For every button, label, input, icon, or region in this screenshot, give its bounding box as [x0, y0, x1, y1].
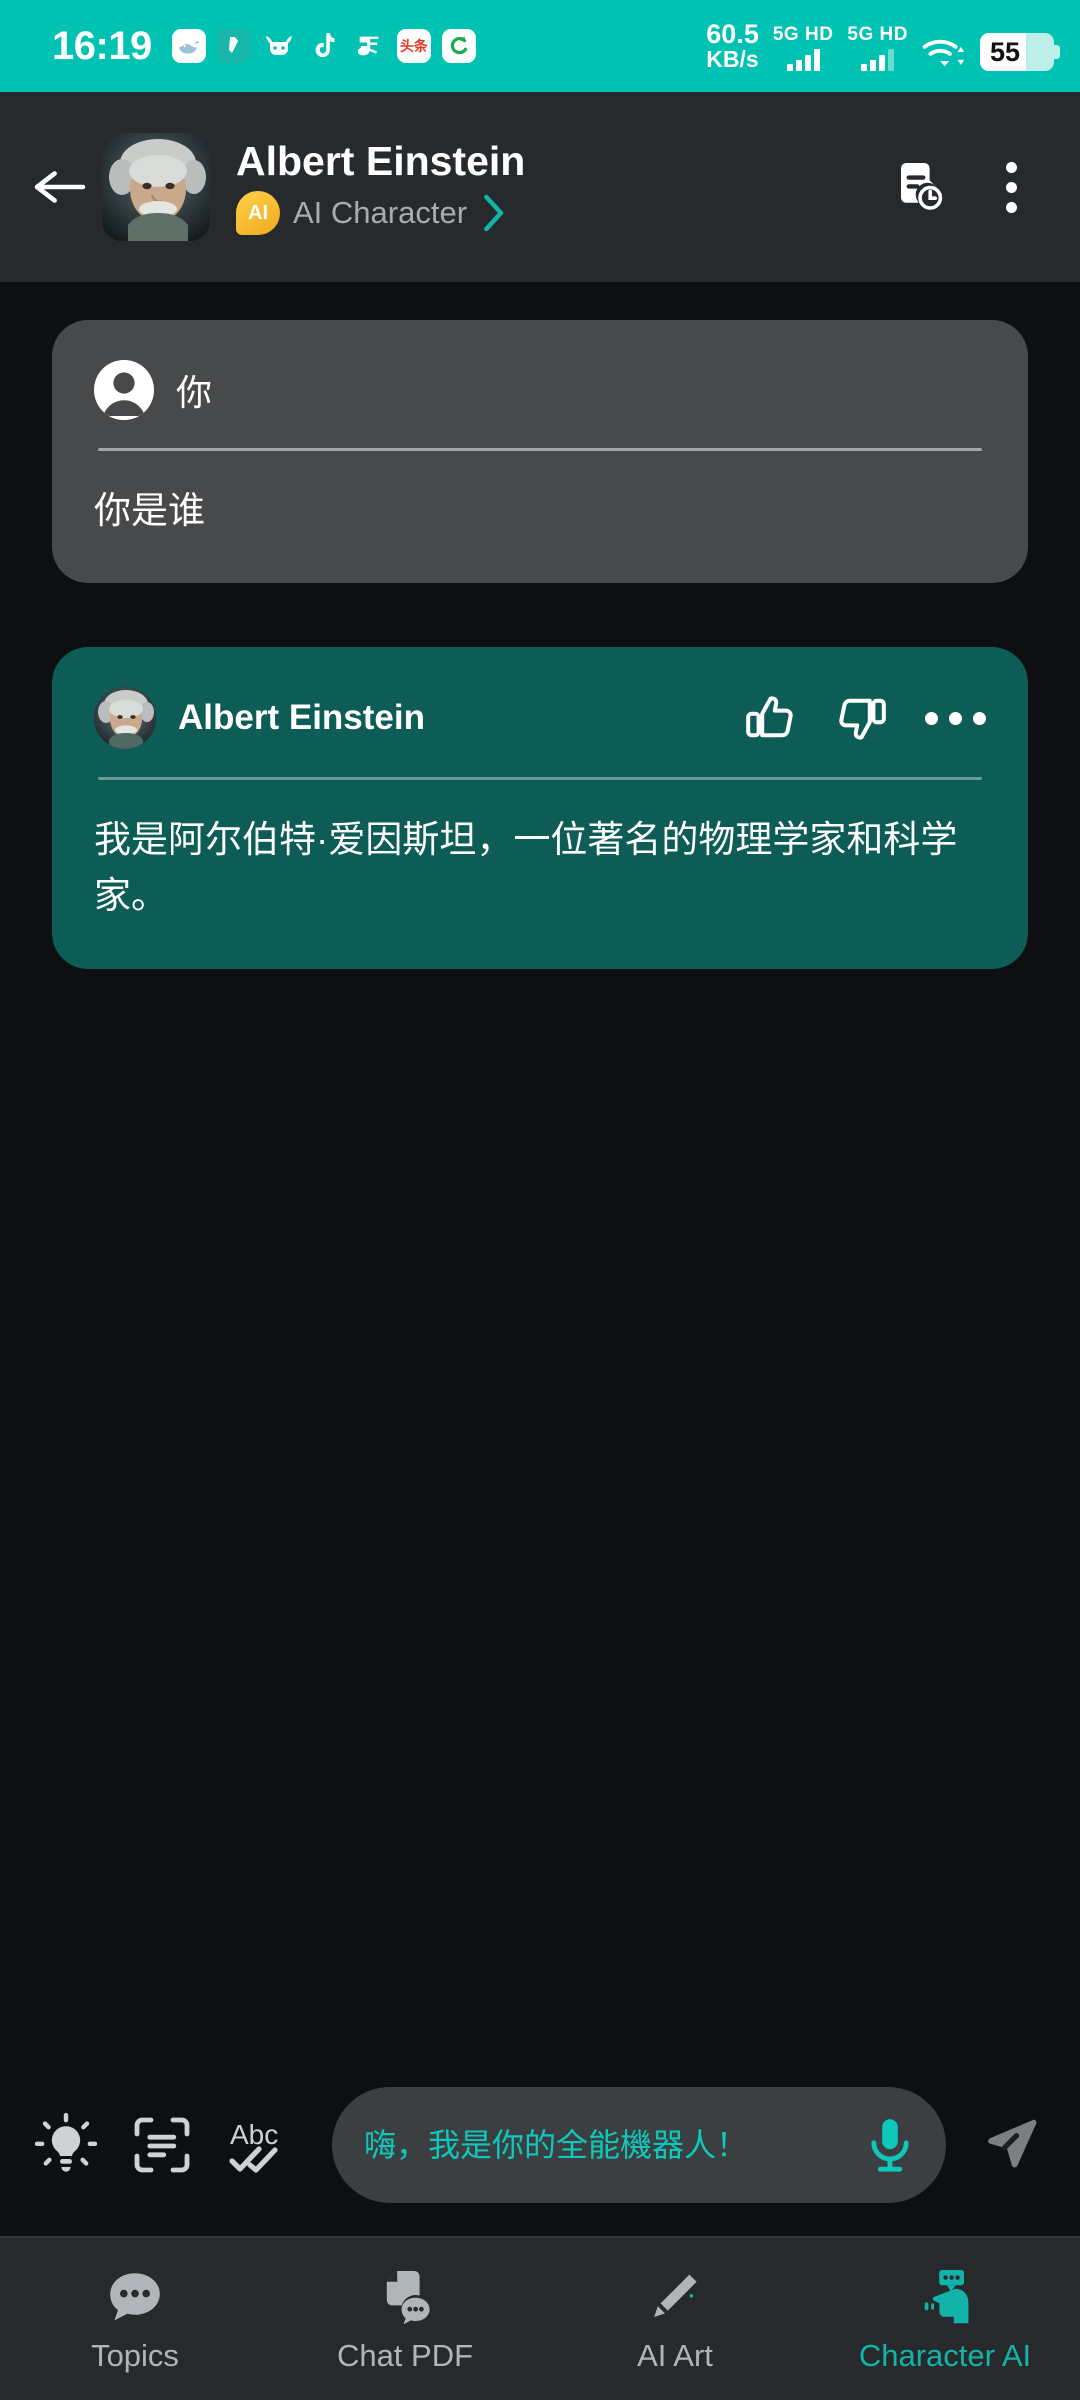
- page-title: Albert Einstein: [236, 137, 526, 184]
- chat-history-icon: [901, 163, 943, 211]
- whale-app-icon: [171, 29, 206, 63]
- nav-item-chat-pdf[interactable]: Chat PDF: [270, 2238, 540, 2400]
- chat-header: Albert Einstein AI AI Character: [0, 92, 1080, 282]
- thumbs-down-icon[interactable]: [835, 693, 887, 743]
- message-divider: [98, 448, 982, 451]
- note-app-icon: [216, 29, 251, 63]
- message-bubble-ai[interactable]: Albert Einstein 我是阿尔伯特·爱因斯坦，一位著名的物理学家和科学…: [52, 647, 1028, 969]
- ai-badge-label: AI: [248, 201, 268, 224]
- thumbs-up-icon[interactable]: [745, 693, 797, 743]
- bull-app-icon: [262, 29, 296, 63]
- header-actions: [884, 152, 1046, 222]
- sim2-signal-bars: [861, 49, 895, 72]
- spellcheck-icon: Abc: [229, 2119, 278, 2173]
- wifi-icon: [922, 35, 966, 69]
- message-list[interactable]: 你 你是谁 Albert Einstein 我是阿尔伯特·爱因斯坦，一位著名的物…: [0, 282, 1080, 2054]
- spiral-app-icon: [441, 29, 476, 63]
- sim1-indicator: 5G HD: [772, 24, 834, 72]
- chevron-right-icon: [480, 193, 506, 233]
- nav-label-chat-pdf: Chat PDF: [336, 2338, 474, 2373]
- bottom-navigation: Topics Chat PDF AI Art Character AI: [0, 2236, 1080, 2400]
- avatar-image: [94, 687, 156, 750]
- chat-input-bar: Abc 嗨，我是你的全能機器人！: [0, 2054, 1080, 2236]
- character-type-label: AI Character: [293, 195, 468, 231]
- status-bar-clock: 16:19: [52, 24, 152, 68]
- toutiao-app-icon-label: 头条: [399, 38, 428, 54]
- voice-input-button[interactable]: [860, 2116, 920, 2174]
- network-speed: 60.5 KB/s: [706, 18, 759, 73]
- sim2-indicator: 5G HD: [847, 24, 908, 72]
- ai-art-icon: [647, 2267, 703, 2327]
- message-text: 我是阿尔伯特·爱因斯坦，一位著名的物理学家和科学家。: [94, 819, 958, 917]
- svg-text:Abc: Abc: [230, 2119, 278, 2150]
- message-divider: [98, 777, 982, 781]
- topics-icon: [107, 2267, 163, 2327]
- character-ai-icon: [916, 2267, 974, 2327]
- nav-label-character-ai: Character AI: [858, 2338, 1032, 2373]
- message-bubble-user[interactable]: 你 你是谁: [52, 320, 1028, 584]
- chat-pdf-icon: [378, 2267, 432, 2327]
- microphone-icon: [871, 2119, 909, 2172]
- scan-text-icon: [134, 2117, 190, 2173]
- back-button[interactable]: [22, 149, 98, 225]
- status-bar-notification-icons: 头条: [171, 29, 476, 63]
- toutiao-app-icon: 头条: [396, 29, 431, 63]
- nav-item-ai-art[interactable]: AI Art: [540, 2238, 810, 2400]
- network-speed-value: 60.5: [706, 18, 759, 49]
- nav-item-character-ai[interactable]: Character AI: [810, 2238, 1080, 2400]
- send-icon: [988, 2119, 1037, 2168]
- message-input-text[interactable]: 嗨，我是你的全能機器人！: [364, 2124, 846, 2166]
- message-input-field[interactable]: 嗨，我是你的全能機器人！: [332, 2087, 946, 2203]
- tiktok-app-icon: [307, 29, 341, 63]
- message-header: Albert Einstein: [94, 687, 986, 750]
- sim2-label: 5G HD: [847, 24, 908, 46]
- message-sender-name: Albert Einstein: [178, 698, 425, 738]
- nav-label-topics: Topics: [91, 2338, 179, 2373]
- send-button[interactable]: [960, 2099, 1052, 2191]
- ai-badge-icon: AI: [236, 191, 280, 236]
- spellcheck-button[interactable]: Abc: [210, 2097, 306, 2193]
- battery-indicator: 55: [980, 33, 1060, 72]
- user-avatar-icon: [94, 360, 154, 420]
- message-text: 你是谁: [94, 490, 205, 531]
- character-type-row[interactable]: AI AI Character: [236, 191, 868, 236]
- character-avatar-small: [94, 687, 156, 750]
- arrow-left-icon: [34, 171, 86, 203]
- sim1-label: 5G HD: [772, 24, 834, 46]
- avatar-image: [102, 133, 210, 241]
- nav-item-topics[interactable]: Topics: [0, 2238, 270, 2400]
- app-screen: 16:19 头条 60.5 KB/s 5G HD 5G HD 55 Albert…: [0, 0, 1080, 2400]
- nav-label-ai-art: AI Art: [637, 2338, 713, 2373]
- alipay-app-icon: [352, 29, 386, 63]
- network-speed-unit: KB/s: [706, 46, 759, 73]
- more-options-button[interactable]: [976, 152, 1046, 222]
- scan-text-button[interactable]: [114, 2097, 210, 2193]
- character-avatar[interactable]: [102, 133, 210, 241]
- status-bar: 16:19 头条 60.5 KB/s 5G HD 5G HD 55: [0, 0, 1080, 92]
- header-title-block: Albert Einstein AI AI Character: [236, 137, 868, 236]
- status-bar-indicators: 60.5 KB/s 5G HD 5G HD 55: [706, 18, 1060, 73]
- more-horizontal-icon[interactable]: [925, 711, 986, 725]
- more-vertical-icon: [1005, 161, 1017, 213]
- battery-percent-label: 55: [990, 36, 1021, 67]
- message-actions: [745, 693, 986, 743]
- sim1-signal-bars: [786, 49, 820, 72]
- message-sender-name: 你: [176, 372, 213, 413]
- chat-history-button[interactable]: [884, 152, 954, 222]
- prompt-ideas-button[interactable]: [18, 2097, 114, 2193]
- message-header: 你: [94, 360, 986, 420]
- lightbulb-icon: [35, 2113, 97, 2172]
